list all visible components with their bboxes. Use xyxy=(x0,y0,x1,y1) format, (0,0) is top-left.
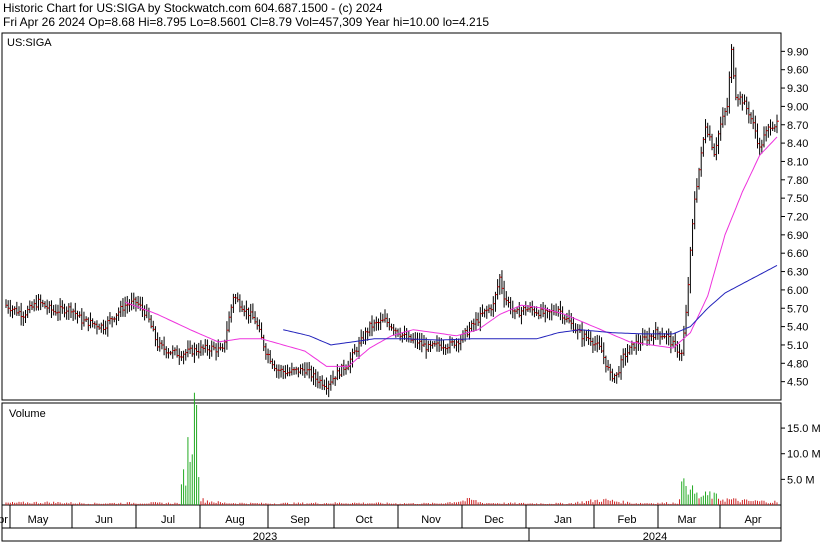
price-tick-label: 6.00 xyxy=(787,285,808,297)
time-axis: pr May Jun Jul Aug Sep Oct Nov Dec Jan Feb Mar Apr 20… xyxy=(0,505,762,543)
year-label: 2023 xyxy=(253,531,277,543)
month-label: Feb xyxy=(618,514,637,526)
year-label: 2024 xyxy=(643,531,667,543)
price-tick-label: 5.40 xyxy=(787,322,808,334)
month-label: Dec xyxy=(484,514,504,526)
chart-frame xyxy=(1,32,782,542)
month-label: Mar xyxy=(678,514,697,526)
volume-tick-label: 5.0 M xyxy=(787,474,815,486)
price-tick-label: 4.50 xyxy=(787,377,808,389)
price-tick-label: 6.60 xyxy=(787,248,808,260)
month-label: Oct xyxy=(355,514,372,526)
volume-tick-label: 10.0 M xyxy=(787,449,821,461)
price-tick-label: 8.40 xyxy=(787,138,808,150)
month-label: Jan xyxy=(554,514,572,526)
price-tick-label: 8.70 xyxy=(787,120,808,132)
price-tick-label: 9.90 xyxy=(787,46,808,58)
moving-averages xyxy=(124,136,778,367)
price-tick-label: 9.30 xyxy=(787,83,808,95)
month-label: May xyxy=(28,514,49,526)
month-label: Jul xyxy=(161,514,175,526)
month-label: Jun xyxy=(95,514,113,526)
price-tick-label: 5.70 xyxy=(787,303,808,315)
price-tick-label: 7.80 xyxy=(787,175,808,187)
price-tick-label: 9.00 xyxy=(787,101,808,113)
price-panel-border xyxy=(1,32,782,401)
volume-label: Volume xyxy=(9,408,46,420)
month-label: pr xyxy=(0,514,8,526)
month-label: Sep xyxy=(290,514,310,526)
month-label: Nov xyxy=(421,514,441,526)
volume-axis: 15.0 M 10.0 M 5.0 M xyxy=(781,423,821,486)
price-tick-label: 5.10 xyxy=(787,340,808,352)
price-axis: 9.90 9.60 9.30 9.00 8.70 8.40 8.10 7.80 7.50 7.20… xyxy=(781,46,808,389)
symbol-label: US:SIGA xyxy=(7,37,52,49)
price-tick-label: 6.30 xyxy=(787,267,808,279)
month-label: Aug xyxy=(225,514,245,526)
volume-bars xyxy=(5,392,778,505)
price-tick-label: 6.90 xyxy=(787,230,808,242)
price-tick-label: 9.60 xyxy=(787,65,808,77)
short-moving-average-line xyxy=(124,136,778,367)
price-tick-label: 7.20 xyxy=(787,212,808,224)
volume-tick-label: 15.0 M xyxy=(787,423,821,435)
price-tick-label: 8.10 xyxy=(787,156,808,168)
month-label: Apr xyxy=(744,514,761,526)
price-tick-label: 4.80 xyxy=(787,358,808,370)
price-bars xyxy=(5,44,779,398)
price-tick-label: 7.50 xyxy=(787,193,808,205)
stock-chart: US:SIGA Volume 9.90 9.60 9.30 9.00 8.70 8.40 8… xyxy=(0,32,821,543)
volume-panel-border xyxy=(1,402,782,506)
